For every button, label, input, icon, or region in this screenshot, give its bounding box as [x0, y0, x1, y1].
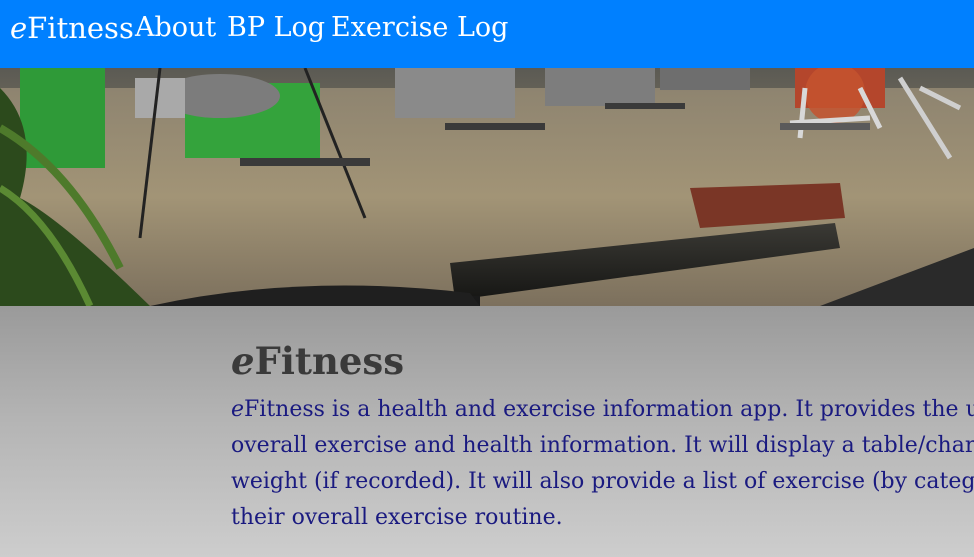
description-text: Fitness is a health and exercise informa… [244, 397, 974, 422]
main-content: eFitness eFitness is a health and exerci… [0, 306, 974, 557]
hero-image [0, 68, 974, 306]
title-prefix: e [231, 339, 255, 383]
top-navbar: eFitness About BP Log Exercise Log [0, 0, 974, 68]
brand-logo[interactable]: eFitness [10, 10, 134, 46]
nav-link-about[interactable]: About [135, 11, 216, 45]
description-paragraph: eFitness is a health and exercise inform… [231, 392, 974, 536]
description-line: overall exercise and health information.… [231, 433, 974, 458]
gym-photo [0, 68, 974, 306]
description-line: eFitness is a health and exercise inform… [231, 392, 974, 428]
page-title: eFitness [231, 339, 404, 383]
nav-link-bp-log[interactable]: BP Log [227, 11, 325, 45]
nav-link-exercise-log[interactable]: Exercise Log [331, 11, 508, 45]
description-line: their overall exercise routine. [231, 505, 563, 530]
brand-name: Fitness [27, 11, 134, 45]
description-line: weight (if recorded). It will also provi… [231, 469, 974, 494]
description-prefix: e [231, 397, 245, 422]
brand-prefix: e [10, 11, 28, 45]
title-name: Fitness [254, 339, 405, 383]
